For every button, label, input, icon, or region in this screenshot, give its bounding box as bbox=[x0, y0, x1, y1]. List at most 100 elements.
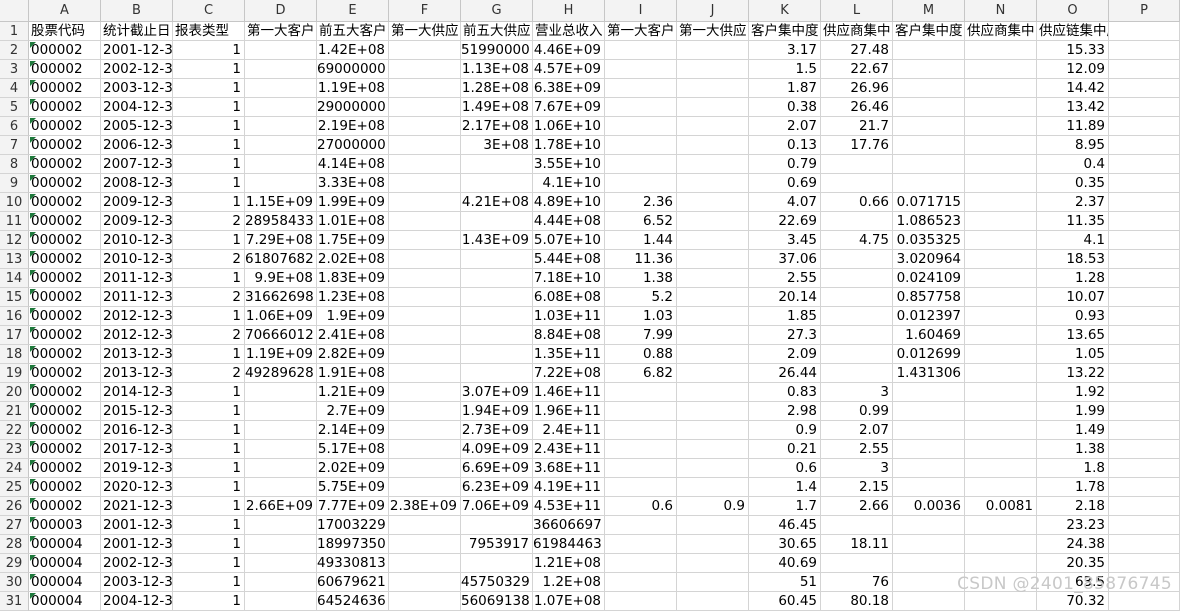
cell-N25[interactable] bbox=[965, 478, 1037, 497]
cell-G23[interactable]: 4.09E+09 bbox=[461, 440, 533, 459]
cell-G8[interactable] bbox=[461, 155, 533, 174]
cell-D7[interactable] bbox=[245, 136, 317, 155]
cell-M22[interactable] bbox=[893, 421, 965, 440]
cell-N3[interactable] bbox=[965, 60, 1037, 79]
cell-A2[interactable]: 000002 bbox=[29, 41, 101, 60]
cell-C16[interactable]: 1 bbox=[173, 307, 245, 326]
cell-K22[interactable]: 0.9 bbox=[749, 421, 821, 440]
cell-C8[interactable]: 1 bbox=[173, 155, 245, 174]
cell-K12[interactable]: 3.45 bbox=[749, 231, 821, 250]
cell-D13[interactable]: 61807682 bbox=[245, 250, 317, 269]
row-header-2[interactable]: 2 bbox=[0, 41, 29, 60]
cell-G3[interactable]: 1.13E+08 bbox=[461, 60, 533, 79]
cell-F4[interactable] bbox=[389, 79, 461, 98]
cell-N22[interactable] bbox=[965, 421, 1037, 440]
cell-I14[interactable]: 1.38 bbox=[605, 269, 677, 288]
row-header-30[interactable]: 30 bbox=[0, 573, 29, 592]
cell-J9[interactable] bbox=[677, 174, 749, 193]
column-header-A[interactable]: A bbox=[29, 0, 101, 22]
cell-M25[interactable] bbox=[893, 478, 965, 497]
row-header-5[interactable]: 5 bbox=[0, 98, 29, 117]
column-header-C[interactable]: C bbox=[173, 0, 245, 22]
select-all-corner[interactable] bbox=[0, 0, 29, 22]
cell-H15[interactable]: 6.08E+08 bbox=[533, 288, 605, 307]
cell-B4[interactable]: 2003-12-3 bbox=[101, 79, 173, 98]
cell-M14[interactable]: 0.024109 bbox=[893, 269, 965, 288]
cell-M30[interactable] bbox=[893, 573, 965, 592]
cell-E15[interactable]: 1.23E+08 bbox=[317, 288, 389, 307]
cell-C1[interactable]: 报表类型 bbox=[173, 22, 245, 41]
cell-J10[interactable] bbox=[677, 193, 749, 212]
cell-C25[interactable]: 1 bbox=[173, 478, 245, 497]
column-header-I[interactable]: I bbox=[605, 0, 677, 22]
row-header-25[interactable]: 25 bbox=[0, 478, 29, 497]
cell-K27[interactable]: 46.45 bbox=[749, 516, 821, 535]
cell-M13[interactable]: 3.020964 bbox=[893, 250, 965, 269]
cell-L7[interactable]: 17.76 bbox=[821, 136, 893, 155]
cell-B12[interactable]: 2010-12-3 bbox=[101, 231, 173, 250]
cell-H19[interactable]: 7.22E+08 bbox=[533, 364, 605, 383]
cell-C9[interactable]: 1 bbox=[173, 174, 245, 193]
cell-G26[interactable]: 7.06E+09 bbox=[461, 497, 533, 516]
cell-E5[interactable]: 29000000 bbox=[317, 98, 389, 117]
cell-H24[interactable]: 3.68E+11 bbox=[533, 459, 605, 478]
cell-K8[interactable]: 0.79 bbox=[749, 155, 821, 174]
row-header-6[interactable]: 6 bbox=[0, 117, 29, 136]
row-header-17[interactable]: 17 bbox=[0, 326, 29, 345]
cell-O7[interactable]: 8.95 bbox=[1037, 136, 1109, 155]
cell-P13[interactable] bbox=[1109, 250, 1180, 269]
cell-K15[interactable]: 20.14 bbox=[749, 288, 821, 307]
cell-L28[interactable]: 18.11 bbox=[821, 535, 893, 554]
cell-O1[interactable]: 供应链集中度 bbox=[1037, 22, 1109, 41]
cell-B14[interactable]: 2011-12-3 bbox=[101, 269, 173, 288]
cell-L29[interactable] bbox=[821, 554, 893, 573]
cell-E22[interactable]: 2.14E+09 bbox=[317, 421, 389, 440]
cell-J16[interactable] bbox=[677, 307, 749, 326]
cell-H29[interactable]: 1.21E+08 bbox=[533, 554, 605, 573]
cell-P9[interactable] bbox=[1109, 174, 1180, 193]
cell-G19[interactable] bbox=[461, 364, 533, 383]
cell-P24[interactable] bbox=[1109, 459, 1180, 478]
cell-L3[interactable]: 22.67 bbox=[821, 60, 893, 79]
cell-G20[interactable]: 3.07E+09 bbox=[461, 383, 533, 402]
cell-E4[interactable]: 1.19E+08 bbox=[317, 79, 389, 98]
cell-C15[interactable]: 2 bbox=[173, 288, 245, 307]
cell-P2[interactable] bbox=[1109, 41, 1180, 60]
row-header-19[interactable]: 19 bbox=[0, 364, 29, 383]
cell-I9[interactable] bbox=[605, 174, 677, 193]
cell-B13[interactable]: 2010-12-3 bbox=[101, 250, 173, 269]
cell-N15[interactable] bbox=[965, 288, 1037, 307]
cell-L26[interactable]: 2.66 bbox=[821, 497, 893, 516]
cell-B11[interactable]: 2009-12-3 bbox=[101, 212, 173, 231]
cell-N20[interactable] bbox=[965, 383, 1037, 402]
cell-E14[interactable]: 1.83E+09 bbox=[317, 269, 389, 288]
cell-P27[interactable] bbox=[1109, 516, 1180, 535]
cell-H18[interactable]: 1.35E+11 bbox=[533, 345, 605, 364]
cell-C13[interactable]: 2 bbox=[173, 250, 245, 269]
cell-G29[interactable] bbox=[461, 554, 533, 573]
cell-P31[interactable] bbox=[1109, 592, 1180, 611]
cell-K31[interactable]: 60.45 bbox=[749, 592, 821, 611]
cell-A31[interactable]: 000004 bbox=[29, 592, 101, 611]
cell-N23[interactable] bbox=[965, 440, 1037, 459]
cell-B24[interactable]: 2019-12-3 bbox=[101, 459, 173, 478]
cell-H4[interactable]: 6.38E+09 bbox=[533, 79, 605, 98]
cell-D24[interactable] bbox=[245, 459, 317, 478]
cell-I12[interactable]: 1.44 bbox=[605, 231, 677, 250]
cell-D19[interactable]: 49289628 bbox=[245, 364, 317, 383]
cell-O23[interactable]: 1.38 bbox=[1037, 440, 1109, 459]
cell-I31[interactable] bbox=[605, 592, 677, 611]
cell-O21[interactable]: 1.99 bbox=[1037, 402, 1109, 421]
cell-M10[interactable]: 0.071715 bbox=[893, 193, 965, 212]
cell-K2[interactable]: 3.17 bbox=[749, 41, 821, 60]
cell-H6[interactable]: 1.06E+10 bbox=[533, 117, 605, 136]
cell-J6[interactable] bbox=[677, 117, 749, 136]
cell-I19[interactable]: 6.82 bbox=[605, 364, 677, 383]
cell-N8[interactable] bbox=[965, 155, 1037, 174]
row-header-13[interactable]: 13 bbox=[0, 250, 29, 269]
cell-F21[interactable] bbox=[389, 402, 461, 421]
cell-M15[interactable]: 0.857758 bbox=[893, 288, 965, 307]
cell-H25[interactable]: 4.19E+11 bbox=[533, 478, 605, 497]
cell-G21[interactable]: 1.94E+09 bbox=[461, 402, 533, 421]
cell-E17[interactable]: 2.41E+08 bbox=[317, 326, 389, 345]
